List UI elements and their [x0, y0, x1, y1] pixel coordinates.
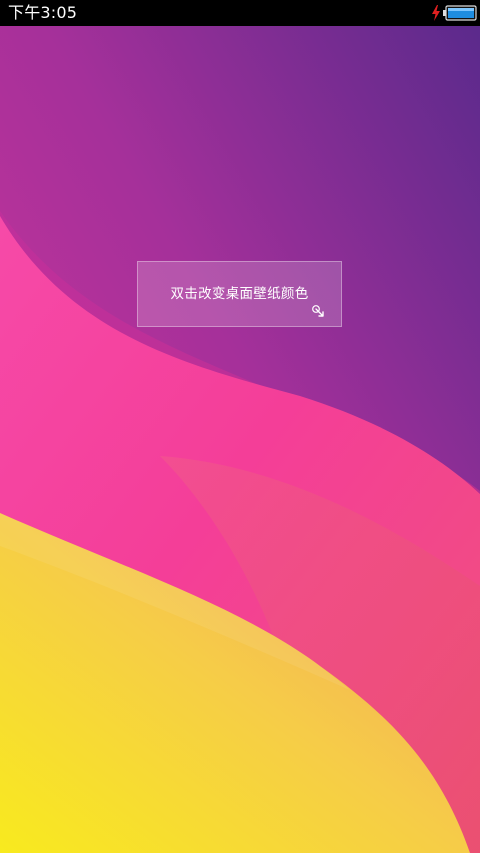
battery-icon	[443, 5, 477, 21]
hint-text: 双击改变桌面壁纸颜色	[170, 286, 309, 302]
home-screen: 下午3:05 双击改变桌面壁纸颜色	[0, 0, 480, 853]
charging-icon	[432, 5, 440, 21]
status-bar: 下午3:05	[0, 0, 480, 26]
double-tap-icon	[312, 305, 324, 317]
double-tap-hint[interactable]: 双击改变桌面壁纸颜色	[137, 261, 342, 327]
status-time: 下午3:05	[8, 3, 78, 22]
wallpaper[interactable]	[0, 26, 480, 853]
